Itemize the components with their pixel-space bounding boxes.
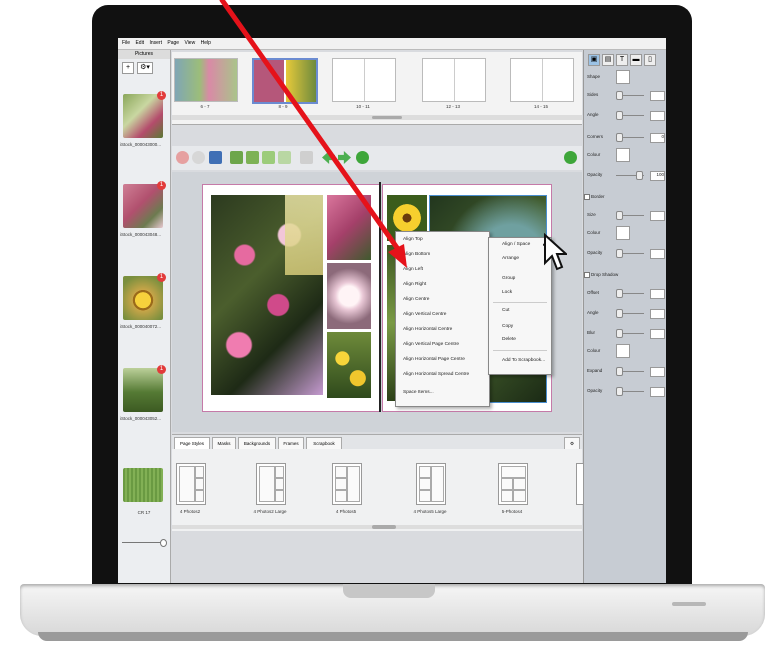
red-arrow-annotation: [219, 0, 407, 268]
